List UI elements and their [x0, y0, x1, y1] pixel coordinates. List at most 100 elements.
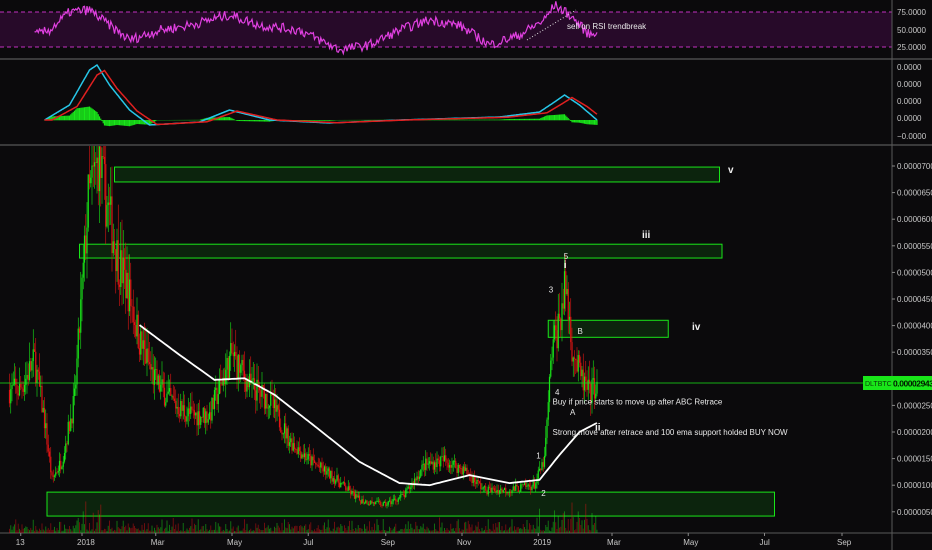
macd-histogram-bar: [502, 119, 504, 121]
candle-body: [242, 359, 244, 371]
volume-bar: [410, 523, 412, 533]
volume-bar: [52, 529, 54, 533]
volume-bar: [186, 528, 188, 533]
candle-body: [122, 257, 124, 284]
candle-body: [370, 500, 372, 505]
candle-body: [231, 343, 233, 354]
candle-body: [493, 488, 496, 492]
volume-bar: [276, 522, 278, 533]
macd-histogram-bar: [453, 119, 456, 121]
candle-body: [415, 478, 417, 481]
volume-bar: [350, 529, 352, 533]
zone-label-v: v: [728, 165, 734, 176]
macd-histogram-bar: [133, 120, 136, 125]
volume-bar: [255, 523, 257, 533]
volume-bar: [572, 517, 574, 533]
macd-histogram-bar: [455, 119, 457, 121]
volume-bar: [464, 522, 465, 533]
volume-bar: [196, 530, 198, 533]
volume-bar: [9, 528, 10, 533]
macd-histogram-bar: [128, 120, 131, 127]
macd-histogram-bar: [121, 120, 123, 126]
macd-axis-label: 0.0000: [897, 114, 922, 123]
candle-body: [516, 484, 518, 487]
macd-histogram-bar: [485, 119, 487, 121]
macd-histogram-bar: [225, 117, 227, 121]
macd-histogram-bar: [247, 120, 249, 122]
candle-body: [427, 463, 429, 465]
candle-body: [320, 462, 322, 468]
candle-body: [137, 314, 139, 349]
candle-body: [205, 411, 207, 424]
macd-histogram-bar: [517, 118, 519, 121]
candle-body: [351, 490, 353, 495]
candle-body: [266, 393, 268, 409]
volume-bar: [499, 522, 500, 533]
volume-bar: [512, 530, 514, 533]
candle-body: [238, 354, 241, 373]
candle-body: [198, 411, 201, 425]
macd-histogram-bar: [546, 115, 548, 121]
volume-bar: [449, 530, 450, 533]
volume-bar: [46, 529, 48, 533]
candle-body: [60, 460, 62, 470]
macd-histogram-bar: [495, 119, 497, 121]
candle-body: [52, 475, 54, 477]
candle-body: [461, 468, 463, 475]
volume-bar: [431, 530, 433, 533]
candle-body: [372, 502, 374, 504]
macd-histogram-bar: [553, 114, 556, 121]
macd-histogram-bar: [260, 120, 262, 122]
trading-chart[interactable]: sell on RSI trendbreak 75.0000 50.0000 2…: [0, 0, 932, 550]
candle-body: [445, 455, 447, 460]
volume-bar: [490, 529, 492, 533]
macd-histogram-bar: [572, 120, 574, 123]
volume-bar: [152, 530, 154, 533]
volume-bar: [542, 530, 544, 533]
rsi-annotation: sell on RSI trendbreak: [567, 22, 647, 31]
candle-body: [552, 339, 554, 358]
candle-body: [511, 490, 513, 494]
volume-bar: [585, 503, 587, 533]
volume-bar: [34, 530, 35, 533]
candle-body: [182, 405, 184, 411]
volume-bar: [219, 526, 220, 533]
volume-bar: [77, 517, 79, 533]
macd-histogram-bar: [472, 119, 474, 121]
volume-bar: [546, 527, 548, 533]
candle-body: [101, 156, 103, 178]
macd-histogram-bar: [561, 114, 563, 121]
candle-body: [367, 503, 369, 505]
candle-body: [348, 486, 351, 491]
candle-body: [240, 365, 242, 373]
candle-body: [526, 485, 528, 487]
candle-body: [71, 418, 73, 424]
volume-bar: [405, 524, 407, 533]
macd-histogram-bar: [106, 120, 108, 126]
volume-bar: [312, 530, 314, 533]
price-axis-label: 0.00005000: [897, 268, 932, 277]
volume-bar: [279, 527, 280, 533]
candle-body: [82, 262, 84, 278]
volume-bar: [382, 518, 384, 533]
macd-histogram-bar: [545, 115, 547, 121]
volume-bar: [417, 529, 419, 533]
volume-bar: [359, 527, 360, 533]
candle-body: [533, 481, 536, 489]
candle-body: [85, 235, 87, 254]
candle-body: [490, 487, 492, 493]
volume-bar: [222, 529, 224, 533]
macd-histogram-bar: [488, 119, 491, 121]
macd-histogram-bar: [476, 119, 478, 121]
macd-histogram-bar: [576, 120, 578, 123]
macd-histogram-bar: [313, 120, 316, 121]
volume-bar: [557, 515, 559, 533]
candle-body: [480, 482, 482, 489]
macd-histogram-bar: [513, 118, 516, 121]
candle-body: [343, 482, 346, 486]
volume-bar: [319, 529, 320, 533]
candle-body: [123, 257, 126, 270]
candle-body: [387, 501, 389, 505]
volume-bar: [379, 530, 380, 533]
volume-bar: [369, 521, 370, 533]
